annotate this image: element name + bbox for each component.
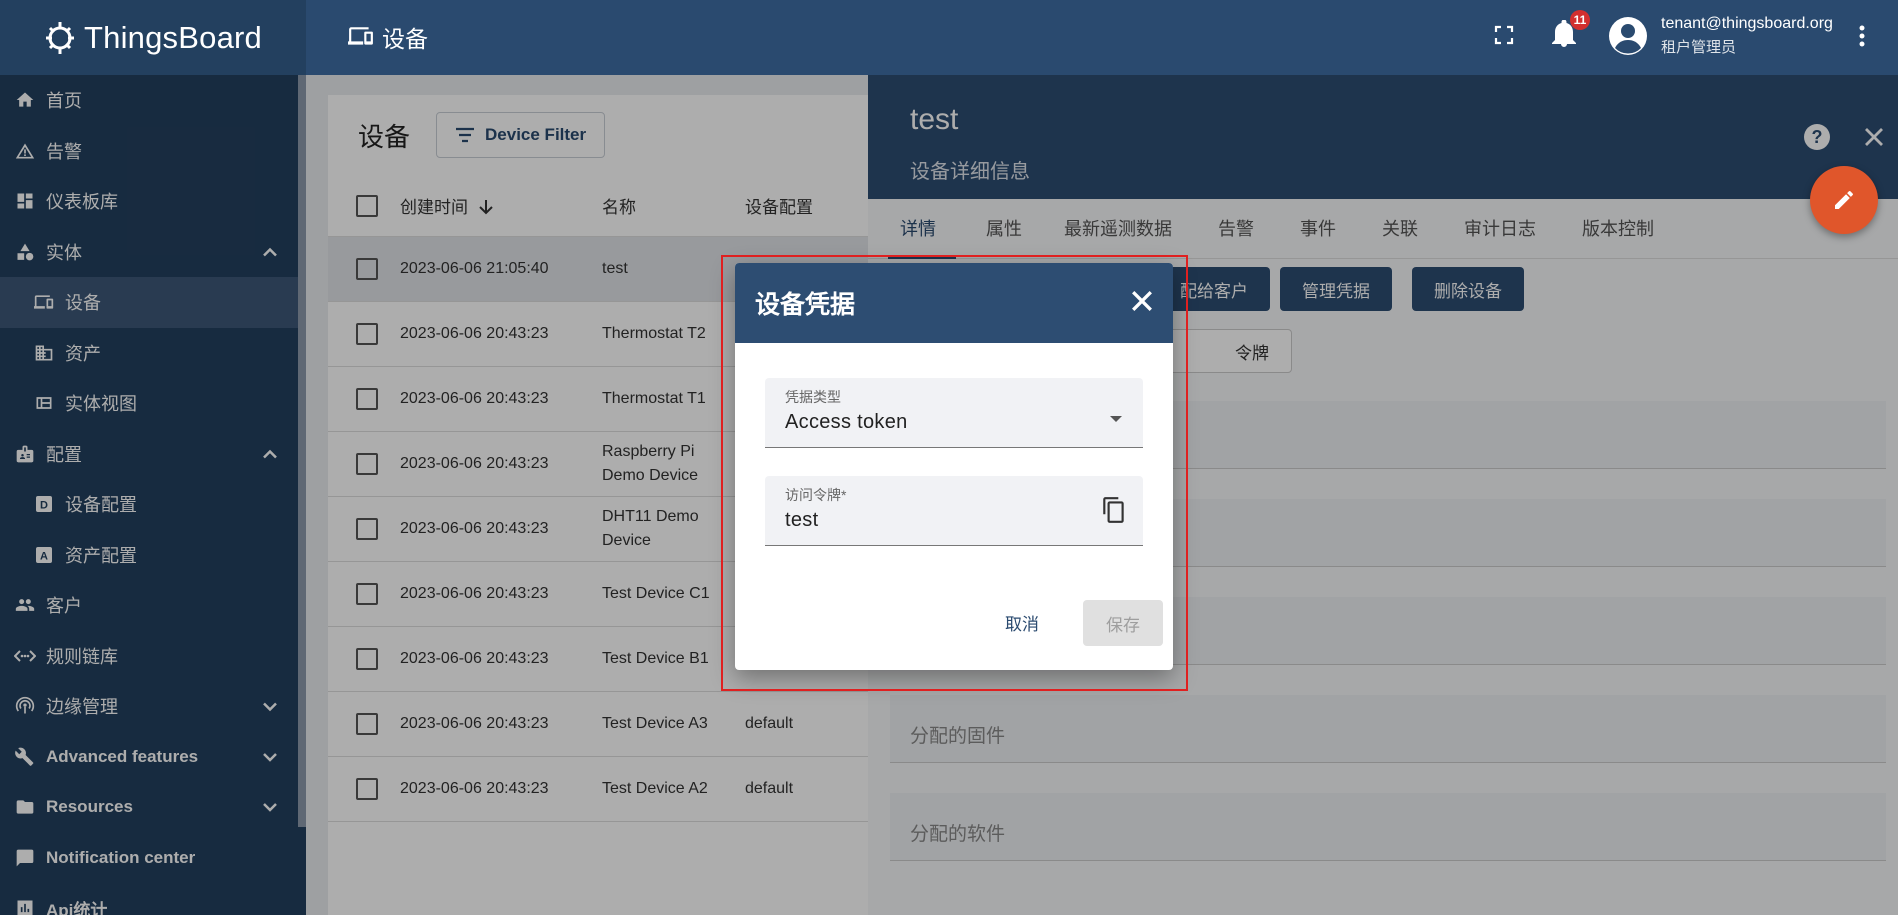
app-logo[interactable]: ThingsBoard [0, 0, 306, 75]
page-title-label: 设备 [382, 26, 428, 52]
dialog-title: 设备凭据 [755, 291, 856, 319]
device-icon [348, 27, 373, 45]
access-token-field[interactable]: 访问令牌* test [765, 476, 1143, 546]
pencil-icon [1835, 190, 1853, 209]
credentials-type-label: 凭据类型 [785, 389, 841, 405]
user-email: tenant@thingsboard.org [1661, 15, 1833, 32]
avatar[interactable] [1608, 16, 1648, 61]
access-token-value: test [785, 509, 819, 531]
credentials-type-select[interactable]: 凭据类型 Access token [765, 378, 1143, 448]
device-credentials-dialog: 设备凭据 凭据类型 Access token 访问令牌* test 取消 保存 [735, 263, 1173, 670]
app-name: ThingsBoard [84, 19, 262, 55]
dropdown-arrow-icon [1109, 410, 1123, 428]
notification-count-badge: 11 [1570, 10, 1590, 30]
close-icon[interactable] [1131, 290, 1153, 319]
dialog-header: 设备凭据 [735, 263, 1173, 343]
credentials-type-value: Access token [785, 411, 908, 433]
access-token-label: 访问令牌* [785, 487, 847, 503]
thingsboard-logo-icon [46, 21, 74, 54]
fullscreen-icon[interactable] [1494, 25, 1514, 50]
page-title: 设备 [348, 20, 428, 54]
user-role: 租户管理员 [1661, 39, 1737, 56]
more-vert-icon[interactable] [1858, 24, 1866, 53]
app-root: ThingsBoard 首页 告警 仪表板库 实体 设备 资产 实体视图 配置 … [0, 0, 1898, 915]
user-info[interactable]: tenant@thingsboard.org 租户管理员 [1661, 12, 1833, 60]
edit-fab-button[interactable] [1810, 166, 1878, 234]
copy-icon[interactable] [1101, 496, 1127, 529]
cancel-button[interactable]: 取消 [1005, 610, 1039, 635]
top-bar: 设备 11 tenant@thingsboard.org 租户管理员 [306, 0, 1898, 75]
save-button[interactable]: 保存 [1083, 600, 1163, 646]
